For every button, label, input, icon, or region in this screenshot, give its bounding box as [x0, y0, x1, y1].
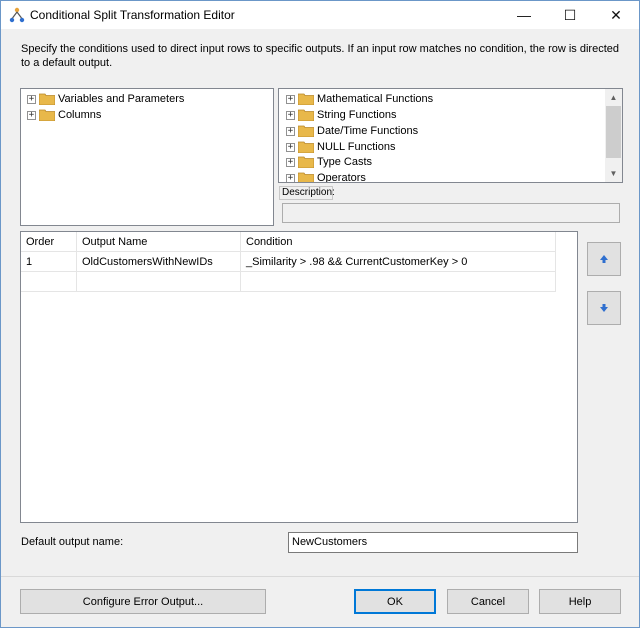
ok-button[interactable]: OK [354, 589, 436, 614]
window-title: Conditional Split Transformation Editor [30, 8, 235, 22]
tree-item-label: Operators [317, 172, 366, 183]
cancel-button[interactable]: Cancel [447, 589, 529, 614]
new-row-cell[interactable] [241, 272, 556, 292]
maximize-button[interactable]: ☐ [547, 1, 593, 29]
close-icon: ✕ [610, 6, 622, 23]
move-up-button[interactable] [587, 242, 621, 276]
close-button[interactable]: ✕ [593, 1, 639, 29]
footer-divider [1, 576, 639, 577]
column-header-output-name[interactable]: Output Name [77, 232, 241, 252]
title-bar: Conditional Split Transformation Editor … [1, 1, 639, 29]
variables-columns-tree[interactable]: + Variables and Parameters + Columns [20, 88, 274, 226]
move-down-button[interactable] [587, 291, 621, 325]
configure-error-output-button[interactable]: Configure Error Output... [20, 589, 266, 614]
tree-item-label: Variables and Parameters [58, 93, 185, 105]
minimize-icon: — [517, 7, 531, 23]
description-label: Description: [279, 186, 335, 200]
expand-icon[interactable]: + [286, 126, 295, 136]
tree-item-typecasts[interactable]: + Type Casts [286, 154, 372, 170]
expand-icon[interactable]: + [286, 142, 295, 152]
folder-icon [298, 125, 314, 137]
tree-item-columns[interactable]: + Columns [27, 107, 101, 123]
ssis-transform-icon [9, 7, 25, 23]
conditions-grid[interactable]: Order Output Name Condition 1 OldCustome… [20, 231, 578, 523]
scroll-thumb[interactable] [606, 106, 621, 158]
folder-icon [298, 109, 314, 121]
expand-icon[interactable]: + [27, 94, 36, 104]
tree-item-datetime[interactable]: + Date/Time Functions [286, 123, 418, 139]
arrow-down-icon [600, 304, 608, 312]
folder-icon [298, 172, 314, 182]
column-header-order[interactable]: Order [21, 232, 77, 252]
default-output-label: Default output name: [21, 536, 124, 548]
cell-order[interactable]: 1 [21, 252, 77, 272]
cell-output-name[interactable]: OldCustomersWithNewIDs [77, 252, 241, 272]
new-row-cell[interactable] [21, 272, 77, 292]
folder-icon [298, 93, 314, 105]
tree-item-label: String Functions [317, 109, 397, 121]
description-field [282, 203, 620, 223]
folder-icon [39, 93, 55, 105]
tree-item-label: Mathematical Functions [317, 93, 434, 105]
expand-icon[interactable]: + [286, 94, 295, 104]
column-header-condition[interactable]: Condition [241, 232, 556, 252]
folder-icon [298, 141, 314, 153]
tree-item-operators[interactable]: + Operators [286, 170, 366, 183]
new-row-cell[interactable] [77, 272, 241, 292]
editor-window: Conditional Split Transformation Editor … [0, 0, 640, 628]
cell-condition[interactable]: _Similarity > .98 && CurrentCustomerKey … [241, 252, 556, 272]
default-output-field[interactable]: NewCustomers [288, 532, 578, 553]
scroll-down-icon[interactable]: ▼ [605, 165, 622, 182]
instructions-text: Specify the conditions used to direct in… [21, 43, 619, 69]
tree-item-label: Date/Time Functions [317, 125, 419, 137]
minimize-button[interactable]: — [501, 1, 547, 29]
arrow-up-icon [600, 255, 608, 263]
expand-icon[interactable]: + [286, 110, 295, 120]
tree-item-label: NULL Functions [317, 141, 396, 153]
maximize-icon: ☐ [563, 6, 577, 23]
functions-tree[interactable]: + Mathematical Functions + String Functi… [278, 88, 623, 183]
tree-item-label: Columns [58, 109, 102, 121]
expand-icon[interactable]: + [286, 157, 295, 167]
expand-icon[interactable]: + [286, 173, 295, 182]
tree-item-string[interactable]: + String Functions [286, 107, 396, 123]
scroll-up-icon[interactable]: ▲ [605, 89, 622, 106]
folder-icon [39, 109, 55, 121]
help-button[interactable]: Help [539, 589, 621, 614]
tree-item-math[interactable]: + Mathematical Functions [286, 91, 433, 107]
expand-icon[interactable]: + [27, 110, 36, 120]
folder-icon [298, 156, 314, 168]
tree-item-label: Type Casts [317, 156, 373, 168]
functions-scrollbar[interactable]: ▲ ▼ [605, 89, 622, 182]
tree-item-null[interactable]: + NULL Functions [286, 139, 395, 155]
tree-item-variables[interactable]: + Variables and Parameters [27, 91, 184, 107]
